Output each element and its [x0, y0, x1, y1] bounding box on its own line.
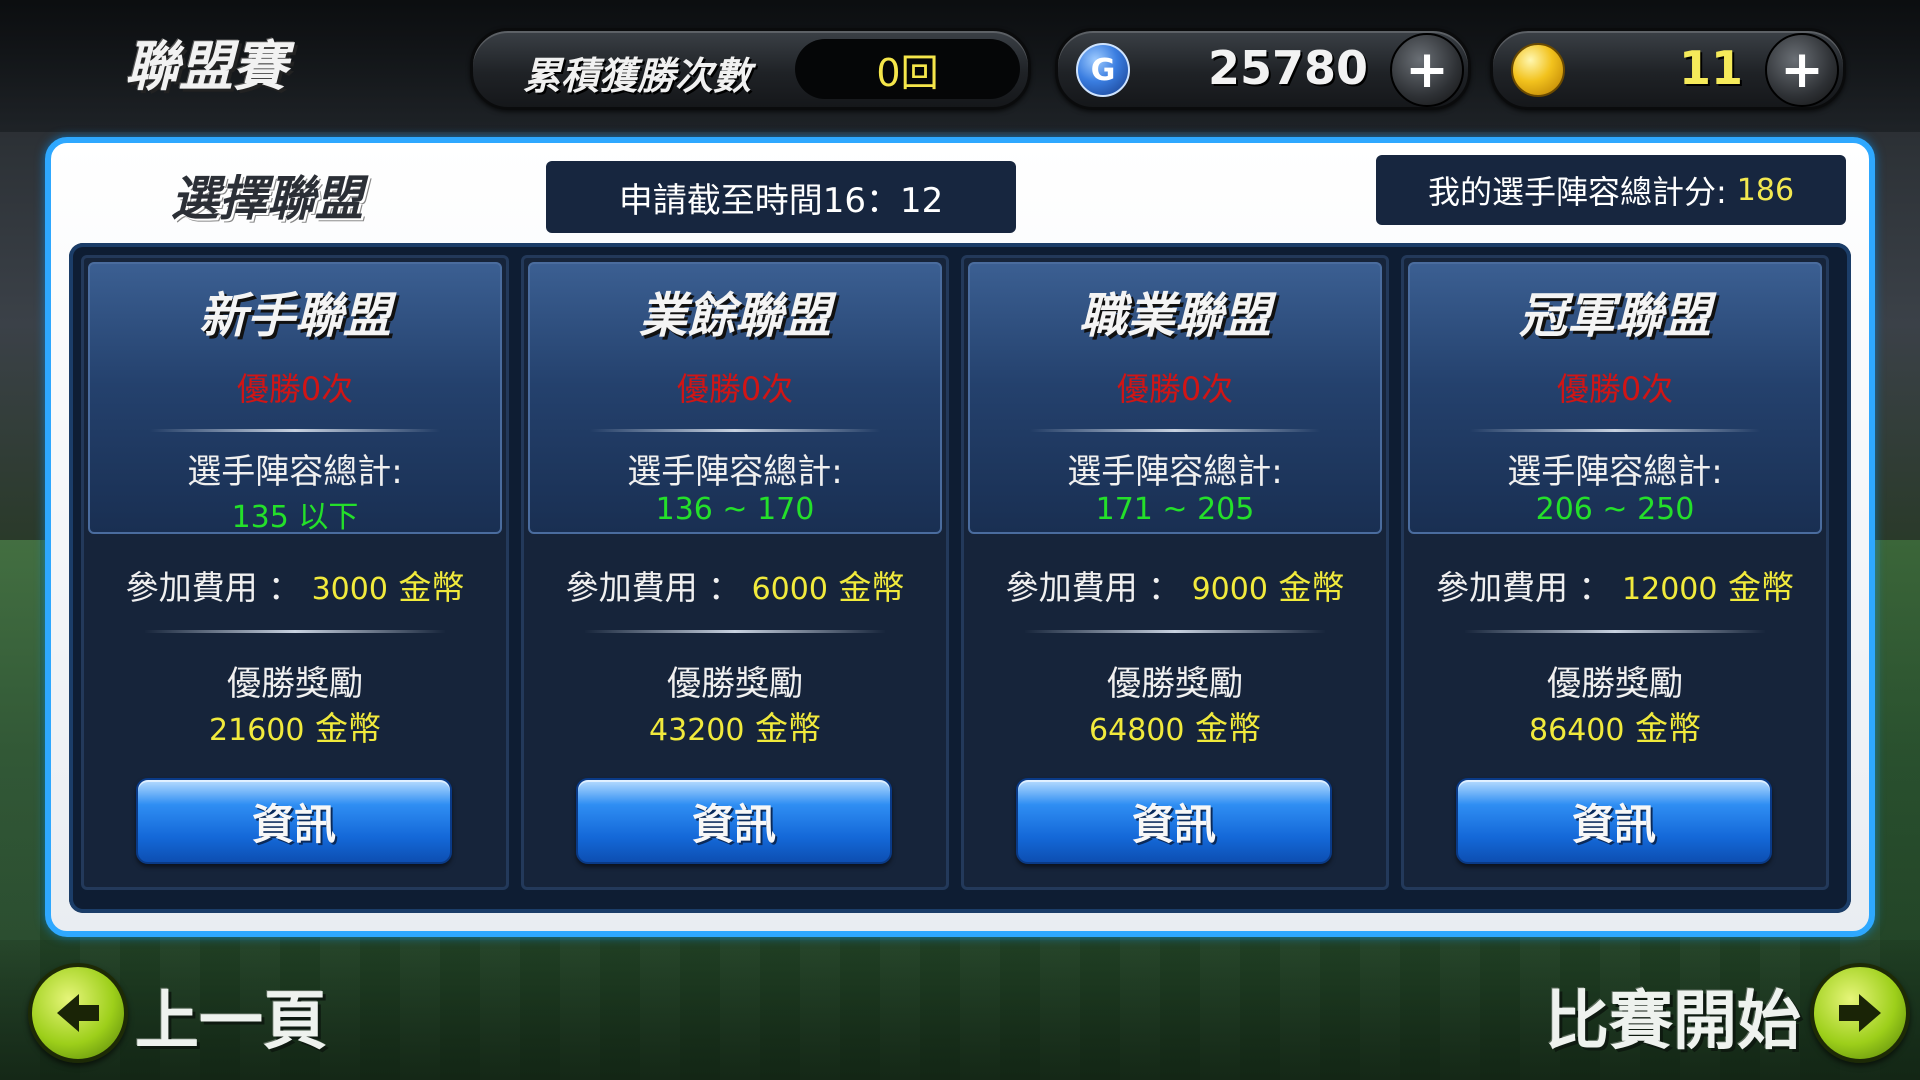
divider: [150, 429, 440, 432]
prize-label: 優勝獎勵: [1107, 664, 1243, 704]
my-lineup-score: 我的選手陣容總計分: 186: [1376, 155, 1846, 225]
divider: [1024, 630, 1326, 633]
divider: [1470, 429, 1760, 432]
g-currency-display: G 25780 +: [1055, 28, 1471, 110]
prize-label: 優勝獎勵: [1547, 664, 1683, 704]
info-button[interactable]: 資訊: [1456, 778, 1772, 864]
ball-currency-display: 11 +: [1490, 28, 1846, 110]
top-bar: 聯盟賽 累積獲勝次數 0回 G 25780 + 11 +: [0, 0, 1920, 132]
application-deadline: 申請截至時間16：12: [546, 161, 1016, 233]
prize-value: 43200: [649, 713, 745, 748]
league-card-amateur: 業餘聯盟 優勝0次 選手陣容總計: 136 ~ 170 參加費用 ： 6000 …: [521, 255, 949, 890]
entry-fee-unit: 金幣: [398, 568, 465, 607]
cumulative-wins-value: 0回: [876, 50, 939, 95]
prize-value: 64800: [1089, 713, 1185, 748]
divider: [1464, 630, 1766, 633]
back-label[interactable]: 上一頁: [135, 970, 327, 1062]
info-button[interactable]: 資訊: [1016, 778, 1332, 864]
entry-fee: 參加費用 ： 3000 金幣: [84, 561, 506, 609]
divider: [584, 630, 886, 633]
entry-fee: 參加費用 ： 9000 金幣: [964, 561, 1386, 609]
league-name: 職業聯盟: [1078, 288, 1271, 344]
cumulative-wins-value-box: 0回: [795, 39, 1020, 99]
add-g-currency-button[interactable]: +: [1390, 33, 1464, 107]
prize-value: 86400: [1529, 713, 1625, 748]
entry-fee-value: 3000: [311, 572, 388, 607]
my-lineup-score-label: 我的選手陣容總計分:: [1427, 173, 1727, 211]
league-card-header: 新手聯盟 優勝0次 選手陣容總計: 135 以下: [88, 262, 502, 535]
info-button[interactable]: 資訊: [576, 778, 892, 864]
divider: [590, 429, 880, 432]
info-button[interactable]: 資訊: [136, 778, 452, 864]
arrow-right-icon: [1839, 994, 1881, 1032]
league-wins-count: 優勝0次: [1556, 370, 1674, 408]
league-card-header: 冠軍聯盟 優勝0次 選手陣容總計: 206 ~ 250: [1408, 262, 1822, 534]
league-name: 冠軍聯盟: [1518, 288, 1711, 344]
entry-fee-label: 參加費用 ：: [1436, 568, 1612, 607]
league-card-pro: 職業聯盟 優勝0次 選手陣容總計: 171 ~ 205 參加費用 ： 9000 …: [961, 255, 1389, 890]
start-match-label[interactable]: 比賽開始: [1545, 970, 1801, 1062]
prize-label: 優勝獎勵: [227, 664, 363, 704]
lineup-range-label: 選手陣容總計:: [187, 452, 403, 492]
panel-title: 選擇聯盟: [171, 171, 364, 227]
league-wins-count: 優勝0次: [1116, 370, 1234, 408]
back-button[interactable]: [28, 963, 128, 1063]
lineup-range-value: 171 ~ 205: [1095, 492, 1255, 527]
prize-unit: 金幣: [1194, 709, 1261, 748]
lineup-range-label: 選手陣容總計:: [627, 452, 843, 492]
league-card-header: 職業聯盟 優勝0次 選手陣容總計: 171 ~ 205: [968, 262, 1382, 534]
g-coin-icon: G: [1076, 43, 1130, 97]
lineup-range-value: 135 以下: [231, 500, 359, 535]
prize: 21600 金幣: [84, 702, 506, 750]
league-wins-count: 優勝0次: [676, 370, 794, 408]
prize-unit: 金幣: [1634, 709, 1701, 748]
lineup-range-value: 206 ~ 250: [1535, 492, 1695, 527]
lineup-range-label: 選手陣容總計:: [1067, 452, 1283, 492]
start-match-button[interactable]: [1810, 963, 1910, 1063]
entry-fee-label: 參加費用 ：: [125, 568, 302, 607]
entry-fee-value: 6000: [751, 572, 828, 607]
entry-fee: 參加費用 ： 12000 金幣: [1404, 561, 1826, 609]
prize-unit: 金幣: [314, 709, 381, 748]
league-name: 業餘聯盟: [638, 288, 831, 344]
arrow-left-icon: [57, 994, 99, 1032]
prize-value: 21600: [209, 713, 305, 748]
league-card-rookie: 新手聯盟 優勝0次 選手陣容總計: 135 以下 參加費用 ： 3000 金幣 …: [81, 255, 509, 890]
entry-fee-label: 參加費用 ：: [1005, 568, 1182, 607]
league-cards-container: 新手聯盟 優勝0次 選手陣容總計: 135 以下 參加費用 ： 3000 金幣 …: [69, 243, 1851, 913]
entry-fee-unit: 金幣: [838, 568, 905, 607]
league-name: 新手聯盟: [198, 288, 391, 344]
cumulative-wins-label: 累積獲勝次數: [523, 54, 752, 98]
league-card-header: 業餘聯盟 優勝0次 選手陣容總計: 136 ~ 170: [528, 262, 942, 534]
prize: 86400 金幣: [1404, 702, 1826, 750]
prize: 64800 金幣: [964, 702, 1386, 750]
entry-fee-label: 參加費用 ：: [565, 568, 742, 607]
entry-fee-value: 9000: [1191, 572, 1268, 607]
entry-fee-unit: 金幣: [1278, 568, 1345, 607]
divider: [144, 630, 446, 633]
divider: [1030, 429, 1320, 432]
lineup-range-label: 選手陣容總計:: [1507, 452, 1723, 492]
my-lineup-score-value: 186: [1736, 172, 1795, 208]
ball-currency-value: 11: [1678, 41, 1743, 95]
prize-unit: 金幣: [754, 709, 821, 748]
league-card-champion: 冠軍聯盟 優勝0次 選手陣容總計: 206 ~ 250 參加費用 ： 12000…: [1401, 255, 1829, 890]
add-ball-currency-button[interactable]: +: [1765, 33, 1839, 107]
screen-title: 聯盟賽: [125, 34, 287, 98]
entry-fee: 參加費用 ： 6000 金幣: [524, 561, 946, 609]
prize-label: 優勝獎勵: [667, 664, 803, 704]
baseball-icon: [1511, 43, 1565, 97]
entry-fee-unit: 金幣: [1727, 568, 1794, 607]
cumulative-wins-display: 累積獲勝次數 0回: [470, 28, 1031, 110]
lineup-range-value: 136 ~ 170: [655, 492, 815, 527]
g-currency-value: 25780: [1207, 41, 1368, 95]
league-wins-count: 優勝0次: [236, 370, 354, 408]
league-select-panel: 選擇聯盟 申請截至時間16：12 我的選手陣容總計分: 186 新手聯盟 優勝0…: [45, 137, 1875, 937]
prize: 43200 金幣: [524, 702, 946, 750]
entry-fee-value: 12000: [1622, 572, 1718, 607]
